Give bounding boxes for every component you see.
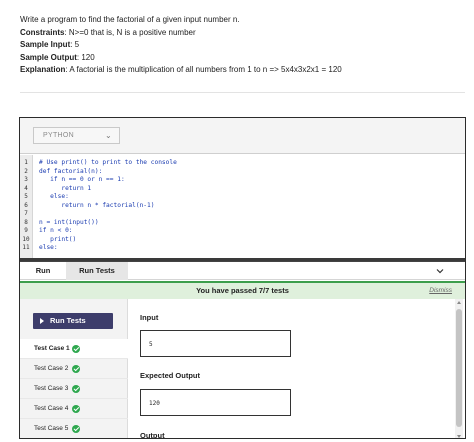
check-icon bbox=[72, 425, 80, 433]
test-case-item[interactable]: Test Case 3 bbox=[20, 379, 128, 399]
line-number: 9 bbox=[24, 227, 28, 234]
explanation-row: Explanation: A factorial is the multipli… bbox=[20, 64, 460, 77]
line-number: 3 bbox=[24, 176, 28, 183]
sample-input-label: Sample Input bbox=[20, 40, 71, 49]
test-case-details: Input 5 Expected Output 120 Output bbox=[128, 299, 453, 439]
run-tests-button[interactable]: Run Tests bbox=[33, 313, 113, 329]
line-number: 5 bbox=[24, 193, 28, 200]
test-case-label: Test Case 1 bbox=[34, 345, 70, 352]
problem-statement: Write a program to find the factorial of… bbox=[20, 15, 240, 24]
output-label: Output bbox=[140, 431, 165, 439]
test-case-item[interactable]: Test Case 2 bbox=[20, 359, 128, 379]
code-line: 11 else: bbox=[20, 244, 465, 253]
sample-input-row: Sample Input: 5 bbox=[20, 39, 460, 52]
language-select[interactable]: PYTHON ⌄ bbox=[33, 127, 120, 144]
line-number: 10 bbox=[22, 235, 30, 243]
line-number: 8 bbox=[24, 218, 28, 226]
language-value: PYTHON bbox=[43, 132, 74, 139]
test-results-panel: Run Tests Test Case 1 Test Case 2 Test C… bbox=[20, 299, 465, 439]
constraints-value: : N>=0 that is, N is a positive number bbox=[64, 27, 196, 37]
code-line: 6 return n * factorial(n-1) bbox=[20, 202, 465, 211]
line-number: 4 bbox=[24, 184, 28, 192]
run-tests-button-label: Run Tests bbox=[50, 316, 86, 325]
problem-description: Write a program to find the factorial of… bbox=[20, 14, 460, 77]
expected-output-label: Expected Output bbox=[140, 371, 201, 380]
success-banner: You have passed 7/7 tests Dismiss bbox=[20, 281, 465, 299]
code-text: # Use print() to print to the console bbox=[39, 159, 177, 166]
input-label: Input bbox=[140, 313, 159, 322]
code-line: 2 def factorial(n): bbox=[20, 168, 465, 177]
line-number: 11 bbox=[22, 244, 30, 251]
test-case-item[interactable]: Test Case 5 bbox=[20, 419, 128, 438]
play-icon bbox=[40, 318, 44, 324]
check-icon bbox=[72, 405, 80, 413]
code-text: return 1 bbox=[39, 184, 92, 192]
dismiss-link[interactable]: Dismiss bbox=[429, 287, 452, 294]
ide-toolbar: PYTHON ⌄ bbox=[20, 118, 465, 154]
code-line: 7 bbox=[20, 210, 465, 219]
constraints-row: Constraints: N>=0 that is, N is a positi… bbox=[20, 27, 460, 40]
test-case-item[interactable]: Test Case 1 bbox=[20, 339, 128, 359]
code-line: 1 # Use print() to print to the console bbox=[20, 159, 465, 168]
code-text: def factorial(n): bbox=[39, 167, 103, 175]
code-text: else: bbox=[39, 193, 69, 200]
console-tabs: Run Run Tests bbox=[20, 261, 465, 280]
check-icon bbox=[72, 345, 80, 353]
code-text: return n * factorial(n-1) bbox=[39, 201, 155, 209]
banner-message: You have passed 7/7 tests bbox=[196, 286, 289, 295]
check-icon bbox=[72, 385, 80, 393]
code-line: 9 if n < 0: bbox=[20, 227, 465, 236]
constraints-label: Constraints bbox=[20, 27, 65, 37]
code-line: 3 if n == 0 or n == 1: bbox=[20, 176, 465, 185]
scroll-up-icon[interactable] bbox=[457, 301, 461, 304]
sample-output-row: Sample Output: 120 bbox=[20, 52, 460, 65]
line-number: 6 bbox=[24, 201, 28, 209]
code-line: 5 else: bbox=[20, 193, 465, 202]
code-lines: 1 # Use print() to print to the console 2 d… bbox=[20, 159, 465, 253]
sample-input-value: : 5 bbox=[70, 40, 80, 49]
chevron-down-icon[interactable] bbox=[435, 266, 445, 276]
code-text: if n == 0 or n == 1: bbox=[39, 176, 125, 183]
line-number: 1 bbox=[24, 159, 28, 166]
test-case-label: Test Case 4 bbox=[34, 405, 69, 412]
code-ide: PYTHON ⌄ 1 # Use print() to print to the … bbox=[19, 117, 466, 439]
input-value: 5 bbox=[149, 341, 153, 348]
results-vertical-scrollbar[interactable] bbox=[455, 299, 463, 438]
code-text: if n < 0: bbox=[39, 227, 73, 234]
test-case-sidebar: Run Tests Test Case 1 Test Case 2 Test C… bbox=[20, 299, 128, 438]
chevron-down-icon: ⌄ bbox=[104, 131, 112, 140]
tab-run-tests[interactable]: Run Tests bbox=[66, 262, 128, 280]
expected-output-box: 120 bbox=[140, 389, 291, 416]
check-icon bbox=[72, 365, 80, 373]
input-box: 5 bbox=[140, 330, 291, 357]
expected-output-value: 120 bbox=[149, 400, 160, 407]
code-text: else: bbox=[39, 244, 58, 251]
sample-output-label: Sample Output bbox=[20, 52, 77, 62]
test-case-list: Test Case 1 Test Case 2 Test Case 3 Test… bbox=[20, 339, 128, 438]
tab-run[interactable]: Run bbox=[20, 262, 66, 280]
code-line: 4 return 1 bbox=[20, 185, 465, 194]
code-line: 10 print() bbox=[20, 236, 465, 245]
line-number: 2 bbox=[24, 167, 28, 175]
code-text: print() bbox=[39, 235, 77, 243]
code-line: 8 n = int(input()) bbox=[20, 219, 465, 228]
sample-output-value: : 120 bbox=[76, 52, 95, 62]
explanation-value: : A factorial is the multiplication of a… bbox=[65, 65, 342, 74]
code-editor[interactable]: 1 # Use print() to print to the console 2 d… bbox=[20, 155, 465, 261]
test-case-label: Test Case 2 bbox=[34, 365, 69, 372]
test-case-label: Test Case 5 bbox=[34, 425, 69, 432]
explanation-label: Explanation bbox=[20, 65, 66, 74]
test-case-label: Test Case 3 bbox=[34, 385, 69, 392]
line-number: 7 bbox=[24, 210, 28, 217]
code-text: n = int(input()) bbox=[39, 218, 99, 226]
scroll-down-icon[interactable] bbox=[457, 435, 461, 438]
scrollbar-thumb[interactable] bbox=[456, 309, 462, 427]
divider bbox=[20, 92, 465, 93]
test-case-item[interactable]: Test Case 4 bbox=[20, 399, 128, 419]
